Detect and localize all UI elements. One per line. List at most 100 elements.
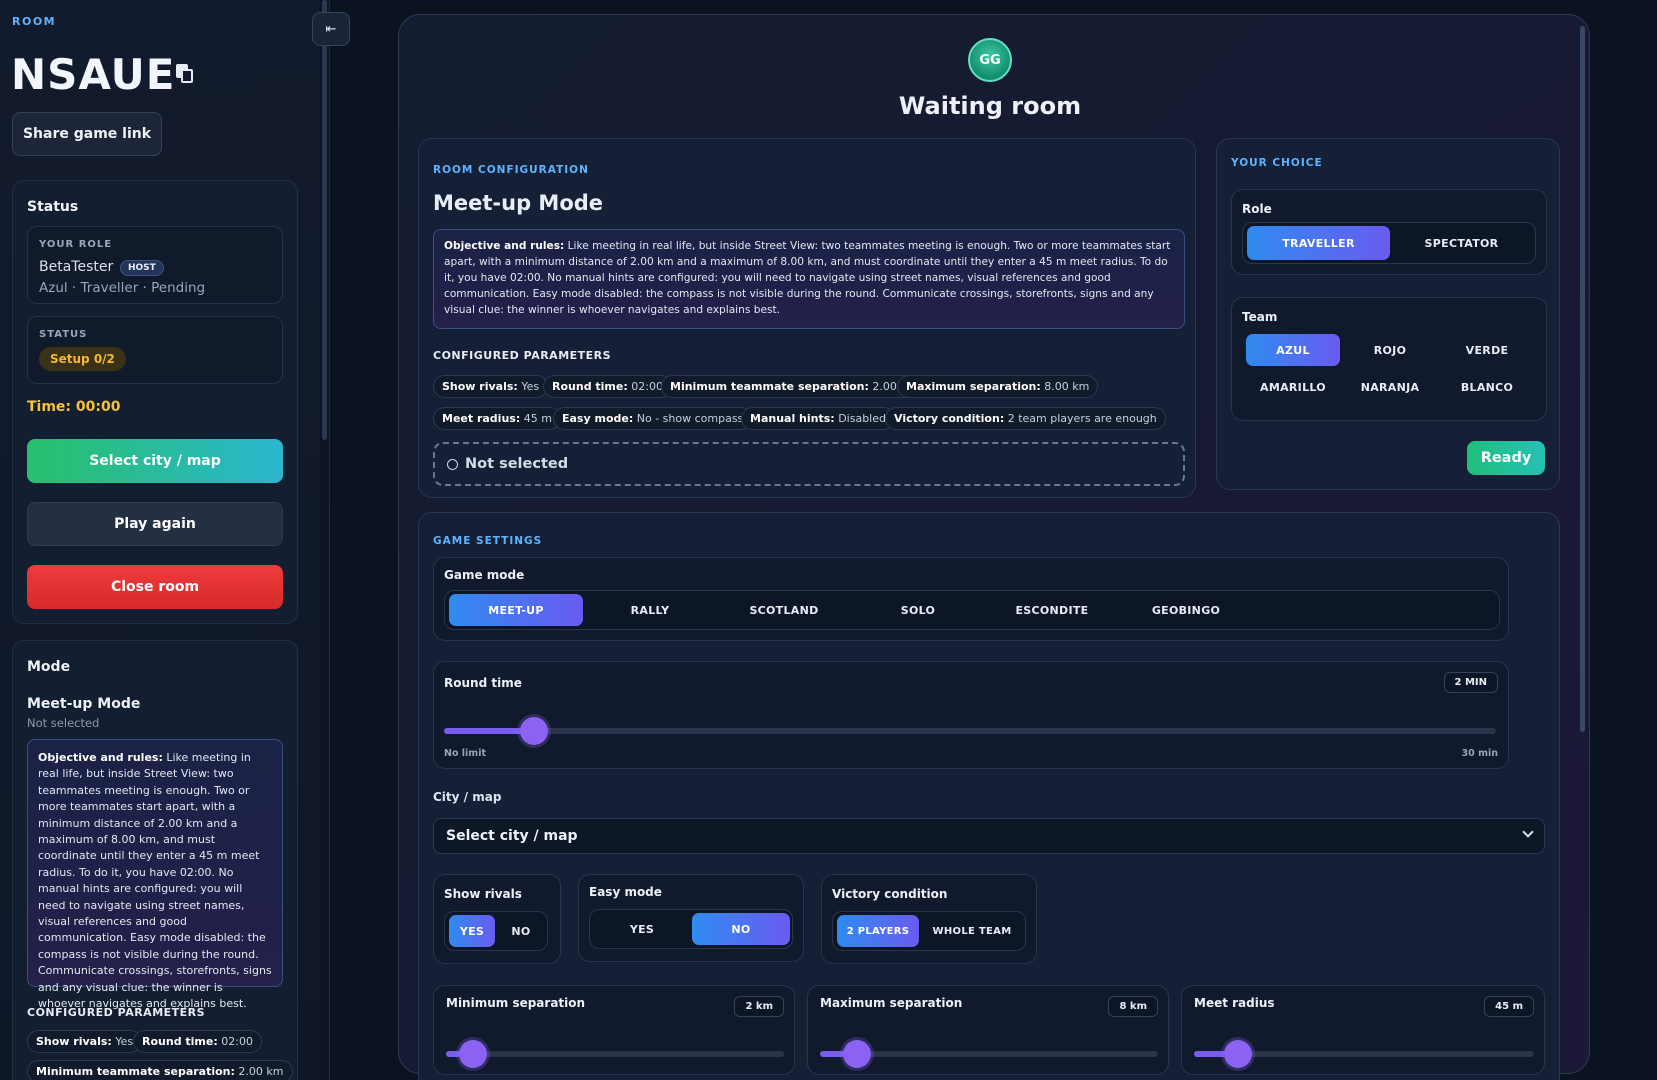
- mode-solo-option[interactable]: SOLO: [851, 594, 985, 626]
- room-config-caption: ROOM CONFIGURATION: [433, 164, 589, 176]
- easy-mode-yes-option[interactable]: YES: [594, 913, 690, 945]
- map-not-selected-box[interactable]: Not selected: [433, 442, 1185, 486]
- mode-meet-up-option[interactable]: MEET-UP: [449, 594, 583, 626]
- main-scrollbar-thumb[interactable]: [1580, 26, 1585, 732]
- select-city-button[interactable]: Select city / map: [27, 439, 283, 483]
- param-chip: Victory condition: 2 team players are en…: [885, 407, 1166, 430]
- mode-title: Mode: [27, 659, 71, 675]
- meet-radius-title: Meet radius: [1194, 996, 1275, 1010]
- show-rivals-panel: Show rivals YES NO: [433, 874, 561, 964]
- show-rivals-title: Show rivals: [444, 887, 522, 901]
- setup-badge: Setup 0/2: [39, 347, 126, 371]
- mode-map-status: Not selected: [27, 716, 100, 730]
- slider-thumb[interactable]: [843, 1040, 872, 1068]
- victory-2-players-option[interactable]: 2 PLAYERS: [837, 915, 919, 947]
- role-panel: Role TRAVELLER SPECTATOR: [1231, 189, 1547, 275]
- share-game-link-button[interactable]: Share game link: [12, 112, 162, 156]
- status-card: Status YOUR ROLE BetaTester HOST Azul · …: [12, 180, 298, 624]
- param-chip: Easy mode: No - show compass: [553, 407, 753, 430]
- param-chip: Show rivals: Yes: [433, 375, 549, 398]
- mode-title: Meet-up Mode: [433, 191, 604, 215]
- role-spectator-option[interactable]: SPECTATOR: [1390, 226, 1533, 260]
- show-rivals-toggle: YES NO: [444, 911, 548, 951]
- team-title: Team: [1242, 310, 1278, 324]
- role-traveller-option[interactable]: TRAVELLER: [1247, 226, 1390, 260]
- sidebar-scrollbar-thumb[interactable]: [322, 0, 327, 440]
- round-time-min-label: No limit: [444, 748, 486, 759]
- meet-radius-panel: Meet radius 45 m: [1181, 985, 1545, 1075]
- mode-rally-option[interactable]: RALLY: [583, 594, 717, 626]
- victory-condition-title: Victory condition: [832, 887, 948, 901]
- player-name: BetaTester: [39, 259, 114, 275]
- round-time-slider-track[interactable]: [444, 728, 1496, 734]
- team-panel: Team AZUL ROJO VERDE AMARILLO NARANJA BL…: [1231, 297, 1547, 421]
- city-map-select-value: Select city / map: [446, 828, 578, 844]
- max-separation-title: Maximum separation: [820, 996, 963, 1010]
- game-mode-segmented-control: MEET-UP RALLY SCOTLAND SOLO ESCONDITE GE…: [444, 590, 1500, 630]
- city-map-select[interactable]: Select city / map: [433, 818, 1545, 854]
- play-again-button[interactable]: Play again: [27, 502, 283, 546]
- chevron-down-icon: [1522, 826, 1534, 838]
- round-time-panel: Round time 2 MIN No limit 30 min: [433, 661, 1509, 769]
- copy-icon[interactable]: [176, 64, 194, 84]
- objective-label: Objective and rules:: [444, 240, 565, 252]
- mode-scotland-option[interactable]: SCOTLAND: [717, 594, 851, 626]
- easy-mode-no-option[interactable]: NO: [692, 913, 790, 945]
- configured-params-label: CONFIGURED PARAMETERS: [433, 349, 612, 362]
- game-mode-title: Game mode: [444, 568, 525, 582]
- param-chip: Manual hints: Disabled: [741, 407, 895, 430]
- host-badge: HOST: [120, 260, 164, 276]
- mode-card: Mode Meet-up Mode Not selected Objective…: [12, 640, 298, 1080]
- mode-name: Meet-up Mode: [27, 696, 141, 712]
- round-time-max-label: 30 min: [1461, 748, 1498, 759]
- not-selected-label: Not selected: [465, 456, 569, 472]
- your-choice-panel: YOUR CHOICE Role TRAVELLER SPECTATOR Tea…: [1216, 138, 1560, 490]
- param-chip: Meet radius: 45 m: [433, 407, 561, 430]
- mode-geobingo-option[interactable]: GEOBINGO: [1119, 594, 1253, 626]
- objective-box: Objective and rules: Like meeting in rea…: [433, 229, 1185, 329]
- team-azul-option[interactable]: AZUL: [1246, 334, 1340, 366]
- team-blanco-option[interactable]: BLANCO: [1440, 371, 1534, 403]
- role-title: Role: [1242, 202, 1272, 216]
- ready-button[interactable]: Ready: [1467, 441, 1545, 475]
- param-chip: Show rivals: Yes: [27, 1030, 143, 1053]
- param-chip: Round time: 02:00: [543, 375, 672, 398]
- param-chip: Minimum teammate separation: 2.00 km: [661, 375, 927, 398]
- round-time-slider-thumb[interactable]: [520, 717, 549, 745]
- victory-whole-team-option[interactable]: WHOLE TEAM: [921, 915, 1023, 947]
- param-chip: Round time: 02:00: [133, 1030, 262, 1053]
- your-role-label: YOUR ROLE: [39, 239, 113, 250]
- team-naranja-option[interactable]: NARANJA: [1343, 371, 1437, 403]
- room-code: NSAUE: [11, 50, 176, 99]
- close-room-button[interactable]: Close room: [27, 565, 283, 609]
- team-amarillo-option[interactable]: AMARILLO: [1246, 371, 1340, 403]
- objective-box: Objective and rules: Like meeting in rea…: [27, 739, 283, 1010]
- status-title: Status: [27, 199, 79, 215]
- collapse-sidebar-button[interactable]: ⇤: [312, 12, 350, 46]
- param-chip: Maximum separation: 8.00 km: [897, 375, 1099, 398]
- team-verde-option[interactable]: VERDE: [1440, 334, 1534, 366]
- player-details: Azul · Traveller · Pending: [39, 280, 206, 296]
- show-rivals-no-option[interactable]: NO: [497, 915, 545, 947]
- slider-thumb[interactable]: [1224, 1040, 1253, 1068]
- param-chip: Minimum teammate separation: 2.00 km: [27, 1060, 293, 1080]
- your-role-card: YOUR ROLE BetaTester HOST Azul · Travell…: [27, 226, 283, 304]
- sidebar: ROOM NSAUE Share game link Status YOUR R…: [0, 0, 330, 1080]
- slider-thumb[interactable]: [459, 1040, 488, 1068]
- team-rojo-option[interactable]: ROJO: [1343, 334, 1437, 366]
- mode-escondite-option[interactable]: ESCONDITE: [985, 594, 1119, 626]
- min-separation-slider-track[interactable]: [446, 1051, 784, 1057]
- show-rivals-yes-option[interactable]: YES: [449, 915, 495, 947]
- easy-mode-title: Easy mode: [589, 885, 662, 899]
- configured-params-label: CONFIGURED PARAMETERS: [27, 1006, 206, 1019]
- app-logo: GG: [968, 38, 1012, 82]
- meet-radius-value: 45 m: [1484, 996, 1534, 1017]
- circle-icon: [447, 458, 458, 470]
- status-label: STATUS: [39, 329, 88, 340]
- room-label: ROOM: [12, 15, 57, 28]
- collapse-arrow-icon: ⇤: [325, 21, 337, 37]
- role-segmented-control: TRAVELLER SPECTATOR: [1242, 222, 1536, 264]
- max-separation-value: 8 km: [1108, 996, 1158, 1017]
- max-separation-panel: Maximum separation 8 km: [807, 985, 1169, 1075]
- easy-mode-toggle: YES NO: [589, 909, 793, 949]
